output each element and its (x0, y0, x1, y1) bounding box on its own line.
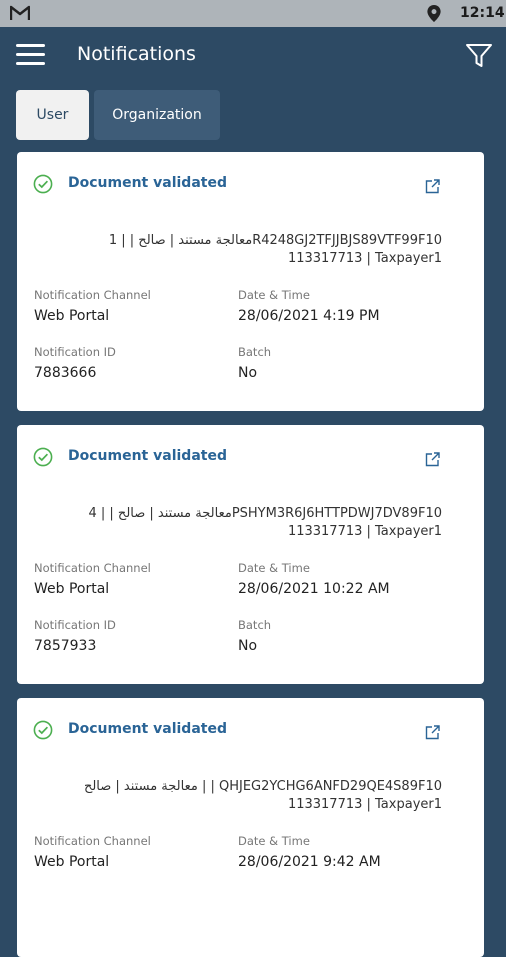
description-line-2: 113317713 | Taxpayer1 (287, 797, 442, 812)
channel-label: Notification Channel (34, 288, 151, 302)
external-link-icon[interactable] (425, 452, 440, 467)
notification-description: معالجة مستند | صالح | | 4PSHYM3R6J6HTTPD… (42, 505, 442, 541)
channel-value: Web Portal (34, 308, 110, 324)
status-bar: 12:14 (0, 0, 506, 27)
notification-id-label: Notification ID (34, 618, 116, 632)
description-line-2: 113317713 | Taxpayer1 (287, 251, 442, 266)
app-bar: Notifications (0, 27, 506, 83)
datetime-value: 28/06/2021 4:19 PM (238, 308, 380, 324)
description-line-2: 113317713 | Taxpayer1 (287, 524, 442, 539)
notification-description: معالجة مستند | صالح | | 1R4248GJ2TFJJBJS… (42, 232, 442, 268)
external-link-icon[interactable] (425, 725, 440, 740)
datetime-label: Date & Time (238, 834, 310, 848)
gmail-icon (10, 5, 30, 20)
tab-organization[interactable]: Organization (94, 90, 220, 140)
datetime-value: 28/06/2021 10:22 AM (238, 581, 390, 597)
status-time: 12:14 (460, 5, 505, 21)
notification-title: Document validated (68, 721, 227, 737)
datetime-value: 28/06/2021 9:42 AM (238, 854, 381, 870)
channel-label: Notification Channel (34, 834, 151, 848)
page-title: Notifications (77, 43, 196, 65)
description-line-1: معالجة مستند | صالح | | 1R4248GJ2TFJJBJS… (108, 233, 442, 248)
tab-user[interactable]: User (16, 90, 89, 140)
location-icon (427, 5, 441, 22)
channel-value: Web Portal (34, 854, 110, 870)
notification-card[interactable]: Document validated معالجة مستند | صالح |… (17, 425, 484, 684)
check-circle-icon (33, 174, 53, 194)
notification-title: Document validated (68, 175, 227, 191)
check-circle-icon (33, 447, 53, 467)
notification-id-value: 7883666 (34, 365, 97, 381)
description-line-1: معالجة مستند | صالح | | 4PSHYM3R6J6HTTPD… (88, 506, 442, 521)
external-link-icon[interactable] (425, 179, 440, 194)
datetime-label: Date & Time (238, 288, 310, 302)
channel-value: Web Portal (34, 581, 110, 597)
batch-value: No (238, 638, 258, 654)
description-line-1: معالجة مستند | صالح | | QHJEG2YCHG6ANFD2… (83, 779, 442, 794)
notification-card[interactable]: Document validated معالجة مستند | صالح |… (17, 698, 484, 957)
notification-title: Document validated (68, 448, 227, 464)
menu-icon[interactable] (16, 44, 45, 66)
filter-icon[interactable] (465, 43, 493, 69)
datetime-label: Date & Time (238, 561, 310, 575)
notification-description: معالجة مستند | صالح | | QHJEG2YCHG6ANFD2… (42, 778, 442, 814)
check-circle-icon (33, 720, 53, 740)
notification-id-value: 7857933 (34, 638, 97, 654)
batch-label: Batch (238, 345, 272, 359)
channel-label: Notification Channel (34, 561, 151, 575)
notification-card[interactable]: Document validated معالجة مستند | صالح |… (17, 152, 484, 411)
batch-value: No (238, 365, 258, 381)
batch-label: Batch (238, 618, 272, 632)
notification-id-label: Notification ID (34, 345, 116, 359)
